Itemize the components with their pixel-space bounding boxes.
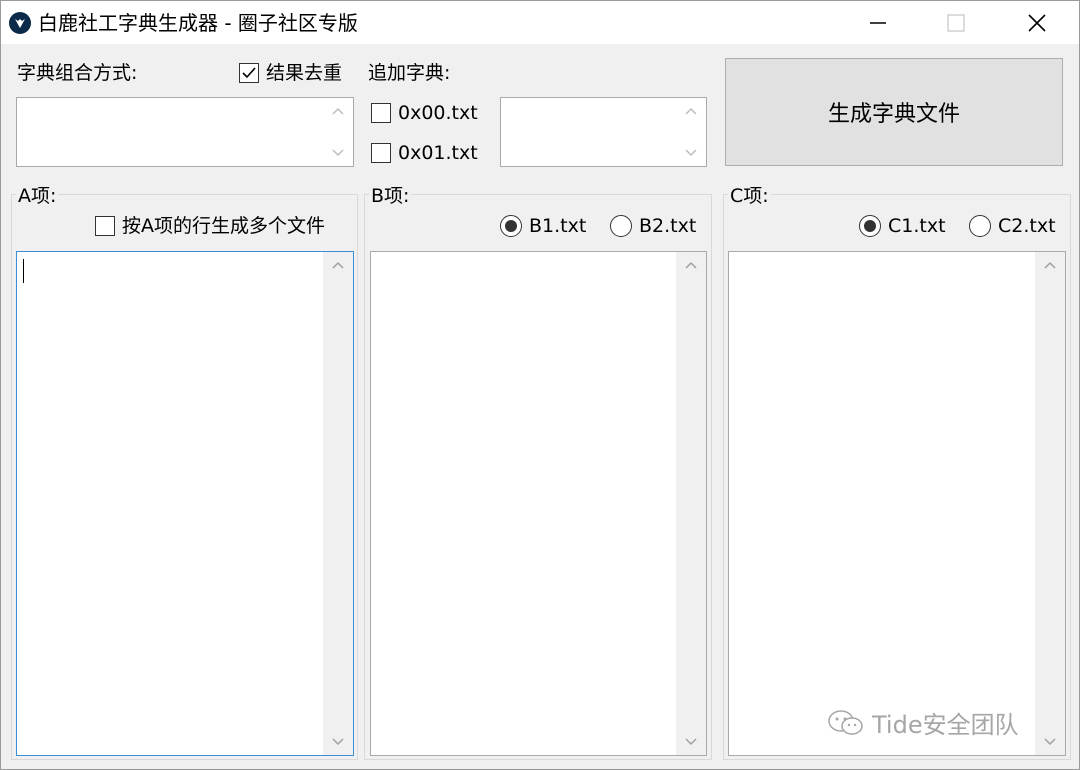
scroll-up-icon[interactable] [1044, 261, 1056, 269]
scroll-up-icon[interactable] [685, 107, 697, 115]
title-bar: 白鹿社工字典生成器 - 圈子社区专版 [1, 1, 1079, 44]
group-c-textarea[interactable] [728, 251, 1066, 756]
maximize-button[interactable] [925, 1, 987, 44]
group-b-title: B项: [369, 184, 412, 208]
radio-selected-dot [864, 220, 876, 232]
group-b-textarea[interactable] [370, 251, 707, 756]
combo-mode-label: 字典组合方式: [17, 62, 138, 84]
scroll-down-icon[interactable] [685, 149, 697, 157]
group-a-title: A项: [16, 184, 59, 208]
dedupe-label: 结果去重 [266, 62, 343, 84]
close-icon [1028, 13, 1046, 32]
group-b-scrollbar[interactable] [676, 252, 706, 755]
deer-logo-icon [9, 12, 31, 34]
app-window: 白鹿社工字典生成器 - 圈子社区专版 字典组合方式: 结果去重 追加字典: 0x… [0, 0, 1080, 770]
text-caret [23, 259, 24, 283]
minimize-icon [870, 21, 886, 24]
multi-file-checkbox[interactable] [95, 216, 115, 236]
append-0x00-label: 0x00.txt [398, 102, 478, 124]
group-c-scrollbar[interactable] [1035, 252, 1065, 755]
append-0x01-checkbox[interactable] [371, 143, 391, 163]
scroll-down-icon[interactable] [332, 738, 344, 746]
maximize-icon [947, 13, 965, 32]
window-title: 白鹿社工字典生成器 - 圈子社区专版 [38, 11, 358, 35]
group-c-title: C项: [728, 184, 771, 208]
generate-dict-button[interactable]: 生成字典文件 [725, 58, 1063, 166]
radio-c1-label: C1.txt [888, 215, 946, 237]
radio-b1-label: B1.txt [529, 215, 587, 237]
radio-c2[interactable] [969, 215, 991, 237]
close-button[interactable] [1006, 1, 1068, 44]
radio-selected-dot [505, 220, 517, 232]
watermark: Tide安全团队 [826, 705, 1019, 740]
scroll-up-icon[interactable] [685, 261, 697, 269]
append-dict-scrollbar[interactable] [676, 98, 706, 166]
radio-b1[interactable] [500, 215, 522, 237]
append-0x00-checkbox[interactable] [371, 103, 391, 123]
radio-c1[interactable] [859, 215, 881, 237]
watermark-text: Tide安全团队 [872, 711, 1019, 739]
radio-b2-label: B2.txt [639, 215, 697, 237]
dedupe-checkbox[interactable] [239, 63, 259, 83]
scroll-down-icon[interactable] [332, 149, 344, 157]
minimize-button[interactable] [847, 1, 909, 44]
group-a-scrollbar[interactable] [323, 252, 353, 755]
wechat-icon [828, 709, 863, 735]
radio-b2[interactable] [610, 215, 632, 237]
scroll-up-icon[interactable] [332, 107, 344, 115]
scroll-down-icon[interactable] [685, 738, 697, 746]
scroll-up-icon[interactable] [332, 261, 344, 269]
multi-file-label: 按A项的行生成多个文件 [122, 215, 325, 237]
append-0x01-label: 0x01.txt [398, 142, 478, 164]
append-dict-label: 追加字典: [368, 62, 451, 84]
combo-mode-input[interactable] [16, 97, 354, 167]
radio-c2-label: C2.txt [998, 215, 1056, 237]
scroll-down-icon[interactable] [1044, 738, 1056, 746]
combo-mode-scrollbar[interactable] [323, 98, 353, 166]
append-dict-input[interactable] [500, 97, 707, 167]
checkmark-icon [242, 67, 256, 79]
group-a-textarea[interactable] [16, 251, 354, 756]
